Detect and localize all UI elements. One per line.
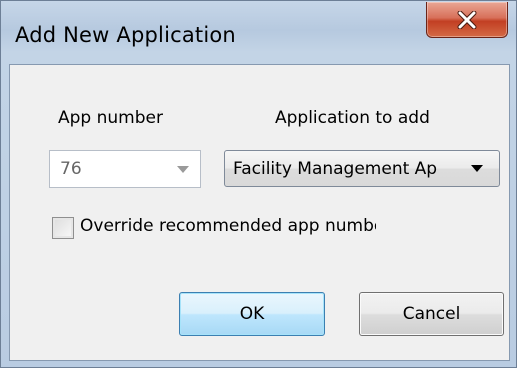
application-to-add-combobox[interactable]: Facility Management Ap	[224, 150, 500, 187]
chevron-down-icon[interactable]	[166, 165, 200, 173]
window-title: Add New Application	[15, 23, 236, 47]
close-button[interactable]	[426, 2, 508, 38]
ok-button[interactable]: OK	[179, 292, 325, 336]
cancel-button[interactable]: Cancel	[359, 292, 504, 336]
app-number-value: 76	[60, 159, 82, 179]
app-number-label: App number	[58, 108, 163, 128]
override-app-number-checkbox[interactable]	[52, 217, 74, 239]
dialog-window: Add New Application App number Applicati…	[0, 0, 517, 368]
application-to-add-label: Application to add	[275, 108, 430, 128]
override-app-number-label[interactable]: Override recommended app number	[80, 216, 376, 236]
close-icon	[457, 10, 477, 29]
app-number-combobox[interactable]: 76	[49, 150, 201, 188]
application-to-add-value: Facility Management Ap	[233, 158, 438, 179]
dialog-content: App number Application to add 76 Facilit…	[9, 64, 510, 361]
chevron-down-icon[interactable]	[457, 165, 497, 172]
